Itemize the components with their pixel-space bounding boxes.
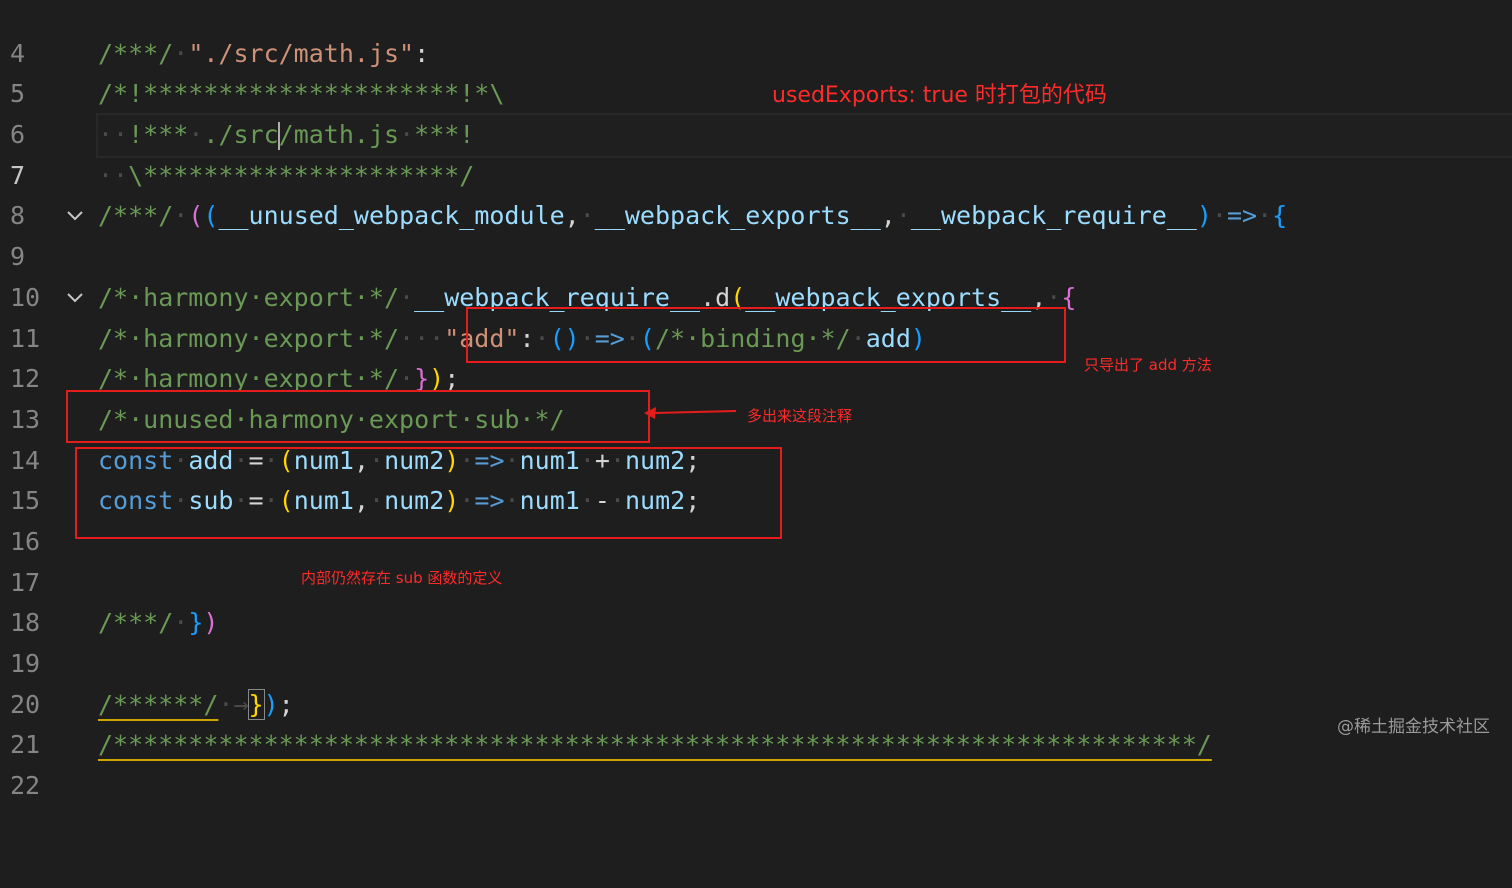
code-text: /***************************************… <box>98 730 1212 760</box>
highlight-box-unused-comment <box>66 390 650 443</box>
code-line-active[interactable]: 7 ··!***·./src/math.js·***! <box>0 113 1512 190</box>
code-text: /***/·((__unused_webpack_module,·__webpa… <box>98 201 1288 231</box>
annotation-sub-defined: 内部仍然存在 sub 函数的定义 <box>301 569 503 587</box>
code-line[interactable]: 5 /***/·"./src/math.js": <box>0 34 1512 109</box>
code-line[interactable]: 9 /***/·((__unused_webpack_module,·__web… <box>0 196 1512 271</box>
code-text: ··\*********************/ <box>98 160 475 190</box>
code-editor[interactable]: 4 5 /***/·"./src/math.js": 6 /*!********… <box>0 0 1512 800</box>
highlight-box-sub-definition <box>75 447 782 539</box>
code-text: /***/·"./src/math.js": <box>98 38 430 68</box>
code-line[interactable]: 8 ··\*********************/ <box>0 156 1512 231</box>
chevron-down-icon[interactable] <box>64 196 86 236</box>
chevron-down-icon[interactable] <box>64 278 86 318</box>
code-line[interactable]: 20 <box>0 644 1512 719</box>
code-text: /***/·}) <box>98 608 219 638</box>
code-line[interactable]: 19 /***/·}) <box>0 603 1512 678</box>
code-line[interactable]: 10 <box>0 237 1512 312</box>
code-line[interactable]: 6 /*!*********************!*\ <box>0 74 1512 149</box>
text-cursor <box>277 122 280 151</box>
code-text: /*!*********************!*\ <box>98 79 505 109</box>
arrow-left-icon <box>644 407 737 419</box>
code-text: ··!***·./src/math.js·***! <box>96 113 1512 158</box>
code-line[interactable]: 18 <box>0 563 1512 637</box>
annotation-title: usedExports: true 时打包的代码 <box>772 83 1107 108</box>
annotation-extra-comment: 多出来这段注释 <box>747 407 853 425</box>
line-number: 22 <box>10 771 41 801</box>
code-line[interactable]: 22 /************************************… <box>0 725 1512 800</box>
code-line[interactable]: 21 /******/·→}); <box>0 685 1512 759</box>
annotation-only-add: 只导出了 add 方法 <box>1084 356 1212 374</box>
code-text: /******/·→}); <box>98 688 294 720</box>
watermark: @稀土掘金技术社区 <box>1337 717 1490 737</box>
highlight-box-add-export <box>466 307 1066 363</box>
code-line[interactable]: 4 <box>0 0 1512 68</box>
